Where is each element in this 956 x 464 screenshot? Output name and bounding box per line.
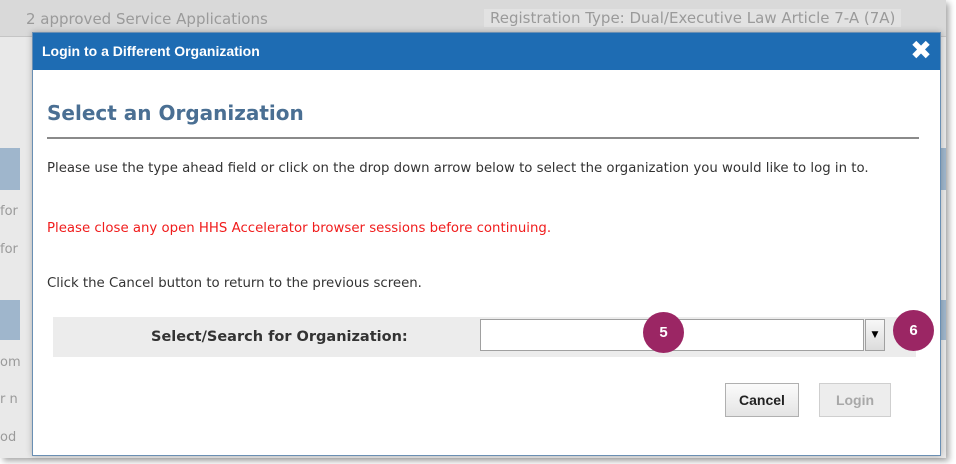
background-band [0,148,20,190]
login-button[interactable]: Login [819,383,891,417]
background-band [0,300,20,340]
close-icon[interactable]: ✖ [908,37,934,65]
callout-badge: 5 [643,312,684,353]
chevron-down-icon[interactable]: ▼ [865,319,885,351]
organization-label: Select/Search for Organization: [151,329,408,345]
background-row-text: r n [0,392,18,407]
cancel-button[interactable]: Cancel [725,383,799,417]
login-organization-dialog: Login to a Different Organization ✖ Sele… [32,32,941,456]
dialog-title: Login to a Different Organization [42,43,260,59]
instruction-text: Please use the type ahead field or click… [47,161,869,176]
background-header-right: Registration Type: Dual/Executive Law Ar… [484,9,902,27]
heading-divider [47,137,919,139]
background-row-text: for [0,242,18,257]
dialog-titlebar: Login to a Different Organization ✖ [33,33,940,70]
warning-text: Please close any open HHS Accelerator br… [47,221,552,236]
section-heading: Select an Organization [47,101,304,125]
callout-badge: 6 [893,310,934,351]
cancel-info-text: Click the Cancel button to return to the… [47,276,422,291]
background-row-text: om [0,355,21,370]
organization-row: Select/Search for Organization: ▼ [53,317,916,357]
background-row-text: od [0,430,17,445]
background-row-text: for [0,204,18,219]
background-header-left: 2 approved Service Applications [26,10,268,28]
